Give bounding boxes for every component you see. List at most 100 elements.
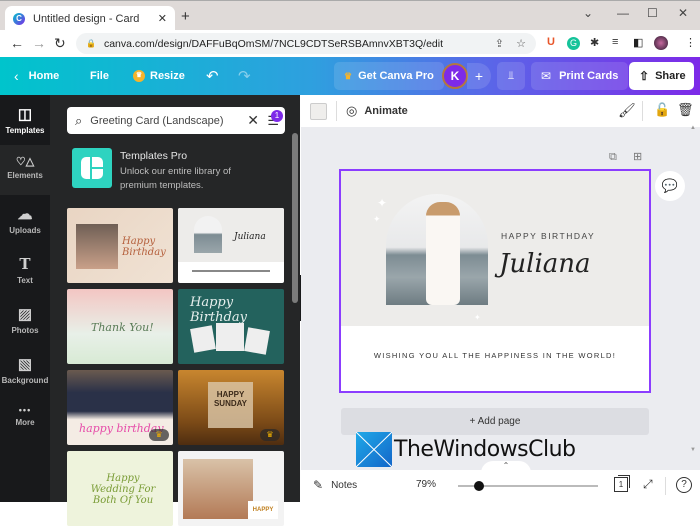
zoom-slider[interactable] <box>458 481 598 491</box>
sparkle-icon: ✦ <box>474 313 481 322</box>
grammarly-icon[interactable]: G <box>567 37 580 50</box>
notes-button[interactable]: ✎ Notes <box>313 478 357 492</box>
nav-templates[interactable]: ◫ Templates <box>0 95 50 145</box>
context-toolbar: ◎ Animate 🖌 🔓 🗑 <box>301 95 700 127</box>
sparkle-icon: ✦ <box>377 196 388 210</box>
undo-icon[interactable]: ↶ <box>206 57 219 95</box>
nav-elements[interactable]: ♡△ Elements <box>0 145 50 195</box>
trash-icon[interactable]: 🗑 <box>677 102 694 118</box>
notes-label: Notes <box>331 479 358 491</box>
add-page-button[interactable]: + Add page <box>341 408 649 435</box>
windows-club-logo-icon <box>356 432 392 467</box>
templates-pro-title[interactable]: Templates Pro <box>120 150 187 162</box>
fullscreen-icon[interactable]: ⤢ <box>643 477 653 492</box>
extensions-puzzle-icon[interactable]: ✱ <box>590 36 599 49</box>
avatar-initial: K <box>450 69 460 83</box>
filter-count-badge: 1 <box>271 109 283 122</box>
paint-roller-icon[interactable]: 🖌 <box>618 102 636 119</box>
nav-more[interactable]: ••• More <box>0 395 50 445</box>
get-canva-pro-button[interactable]: ♛ Get Canva Pro <box>334 62 444 90</box>
share-page-icon[interactable]: ⇪ <box>495 37 504 50</box>
page-count-button[interactable]: 1 <box>614 477 628 492</box>
add-collaborator-icon[interactable]: + <box>467 63 491 89</box>
add-page-icon[interactable]: ⊞ <box>633 150 642 163</box>
design-canvas-page[interactable]: ✦ ✦ ✦ HAPPY BIRTHDAY Juliana WISHING YOU… <box>339 169 651 393</box>
template-thumbnail[interactable]: Happy Wedding For Both Of You <box>67 451 173 526</box>
home-button[interactable]: ‹ Home <box>14 57 59 95</box>
lock-icon[interactable]: 🔓 <box>654 102 670 118</box>
zoom-level-text[interactable]: 79% <box>416 479 436 490</box>
tab-title: Untitled design - Card <box>33 12 140 25</box>
profile-avatar[interactable] <box>654 36 668 50</box>
maximize-icon[interactable]: ☐ <box>647 6 658 20</box>
scroll-up-icon[interactable]: ▲ <box>690 125 696 131</box>
nav-label: Text <box>17 276 33 285</box>
template-text: Juliana <box>234 232 266 242</box>
page-count: 1 <box>618 480 624 489</box>
templates-panel: ⌕ Greeting Card (Landscape) ✕ ☰1 Templat… <box>50 95 300 526</box>
chevron-left-icon: ‹ <box>14 68 19 84</box>
add-comment-icon[interactable]: 💬 <box>655 171 685 201</box>
side-panel-icon[interactable]: ◧ <box>633 36 643 49</box>
animate-button[interactable]: ◎ Animate <box>346 103 408 119</box>
print-cards-label: Print Cards <box>559 70 619 82</box>
new-tab-icon[interactable]: + <box>181 8 190 25</box>
insights-chart-icon[interactable]: ⫫ <box>497 62 525 90</box>
template-thumbnail[interactable]: Thank You! <box>67 289 173 364</box>
duplicate-page-icon[interactable]: ⧉ <box>609 151 617 164</box>
template-thumbnail[interactable]: HAPPY <box>178 451 284 526</box>
notes-icon: ✎ <box>313 478 324 492</box>
animate-icon: ◎ <box>346 103 358 118</box>
card-photo[interactable] <box>386 194 488 305</box>
print-cards-button[interactable]: ✉ Print Cards <box>531 62 629 90</box>
nav-photos[interactable]: ▨ Photos <box>0 295 50 345</box>
card-wish-text[interactable]: WISHING YOU ALL THE HAPPINESS IN THE WOR… <box>341 351 649 360</box>
nav-text[interactable]: T Text <box>0 245 50 295</box>
tab-search-icon[interactable]: ⌄ <box>583 6 593 20</box>
template-thumbnail[interactable]: Juliana <box>178 208 284 283</box>
tab-close-icon[interactable]: ✕ <box>158 12 167 25</box>
bookmark-star-icon[interactable]: ☆ <box>516 37 526 50</box>
template-thumbnail[interactable]: HAPPY SUNDAY ♛ <box>178 370 284 445</box>
window-close-icon[interactable]: ✕ <box>678 6 688 20</box>
redo-icon[interactable]: ↷ <box>238 57 251 95</box>
minimize-icon[interactable]: — <box>617 6 629 20</box>
user-avatar[interactable]: K <box>442 63 468 89</box>
media-queue-icon[interactable]: ≡ <box>612 36 618 48</box>
templates-pro-logo[interactable] <box>72 148 112 188</box>
reload-icon[interactable]: ↻ <box>54 35 66 52</box>
crown-icon: ♛ <box>344 70 353 81</box>
template-search-input[interactable]: ⌕ Greeting Card (Landscape) ✕ ☰1 <box>67 107 285 134</box>
template-thumbnail[interactable]: Happy Birthday <box>178 289 284 364</box>
background-icon: ▧ <box>17 356 33 373</box>
card-name-text[interactable]: Juliana <box>499 249 591 279</box>
filter-icon[interactable]: ☰1 <box>267 109 283 129</box>
nav-background[interactable]: ▧ Background <box>0 345 50 395</box>
help-icon[interactable]: ? <box>676 477 692 493</box>
photos-icon: ▨ <box>17 306 33 323</box>
background-color-swatch[interactable] <box>310 103 327 120</box>
url-bar[interactable]: 🔒 canva.com/design/DAFFuBqOmSM/7NCL9CDTS… <box>76 33 536 54</box>
templates-pro-description: Unlock our entire library of premium tem… <box>120 166 231 191</box>
file-menu-button[interactable]: File <box>90 57 109 95</box>
watermark-text: TheWindowsClub <box>394 437 576 462</box>
card-happy-birthday-text[interactable]: HAPPY BIRTHDAY <box>501 231 595 241</box>
panel-scrollbar[interactable] <box>292 133 298 303</box>
upload-share-icon: ⇧ <box>639 69 650 83</box>
extension-u-icon[interactable]: U <box>547 36 555 48</box>
file-label: File <box>90 70 109 82</box>
resize-button[interactable]: ♛ Resize <box>133 57 185 95</box>
scroll-down-icon[interactable]: ▼ <box>690 447 696 453</box>
zoom-slider-knob[interactable] <box>474 481 484 491</box>
template-thumbnail[interactable]: Happy Birthday <box>67 208 173 283</box>
forward-icon[interactable]: → <box>32 35 46 51</box>
nav-uploads[interactable]: ☁ Uploads <box>0 195 50 245</box>
share-button[interactable]: ⇧ Share <box>629 62 694 90</box>
template-thumbnail[interactable]: happy birthday ♛ <box>67 370 173 445</box>
browser-tab[interactable]: C Untitled design - Card ✕ <box>5 6 175 31</box>
resize-label: Resize <box>150 70 185 82</box>
back-icon[interactable]: ← <box>10 35 24 51</box>
browser-menu-icon[interactable]: ⋮ <box>685 36 696 49</box>
crown-icon: ♛ <box>133 70 145 82</box>
clear-search-icon[interactable]: ✕ <box>247 112 259 129</box>
